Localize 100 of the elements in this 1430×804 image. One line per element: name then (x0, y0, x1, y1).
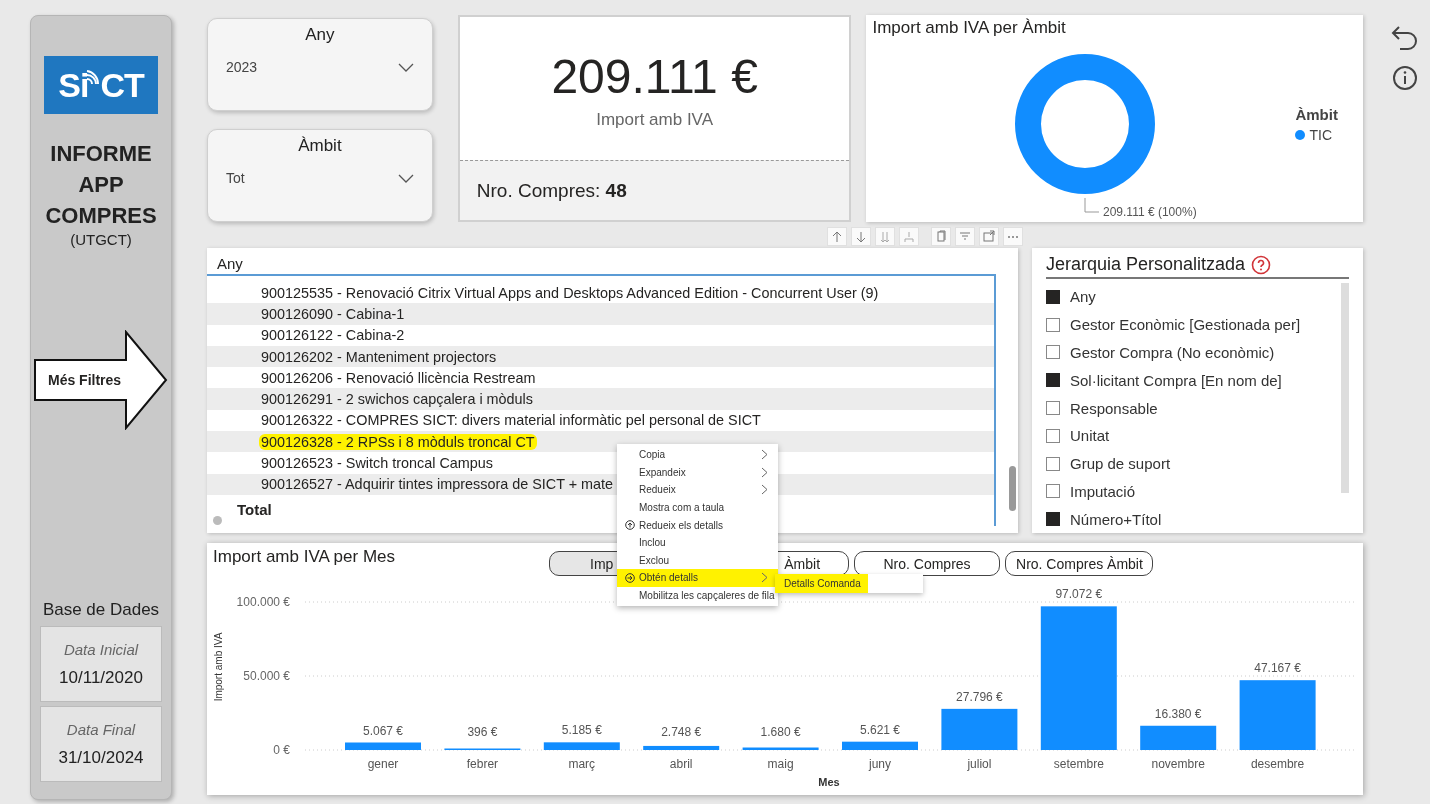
menu-item[interactable]: Obtén detalls (617, 569, 778, 587)
axis-tick-label: desembre (1250, 757, 1305, 772)
chevron-right-icon[interactable] (761, 484, 768, 496)
table-cell[interactable]: 900126523 - Switch troncal Campus (259, 455, 495, 471)
table-cell[interactable]: 900126328 - 2 RPSs i 8 mòduls troncal CT (259, 433, 537, 450)
axis-tick-label: setembre (1053, 757, 1104, 772)
checkbox[interactable] (1046, 512, 1060, 527)
checkbox[interactable] (1046, 456, 1060, 471)
data-label: 47.167 € (1254, 661, 1301, 676)
checkbox-label[interactable]: Any (1070, 288, 1096, 306)
toggle-button[interactable]: Nro. Compres Àmbit (1005, 551, 1154, 577)
table-cell[interactable]: 900126206 - Renovació llicència Restream (259, 369, 538, 386)
checkbox[interactable] (1046, 428, 1060, 443)
slicer-title: Àmbit (297, 136, 343, 156)
data-label: 396 € (467, 725, 498, 740)
signal-waves-icon[interactable] (85, 69, 100, 87)
data-label: 5.067 € (363, 723, 403, 738)
help-icon[interactable] (1251, 254, 1272, 275)
chevron-right-icon[interactable] (761, 466, 768, 478)
data-label: 5.621 € (860, 722, 900, 737)
chevron-right-icon[interactable] (761, 449, 768, 461)
dropdown[interactable]: Tot (222, 166, 418, 190)
section-title: Base de Dades (42, 600, 160, 620)
undo-icon[interactable] (1390, 23, 1420, 53)
arrow-up-circle-icon[interactable] (625, 520, 635, 531)
chevron-down-icon[interactable] (397, 173, 414, 183)
table-cell[interactable]: 900126122 - Cabina-2 (259, 327, 407, 344)
arrow-right-circle-icon[interactable] (625, 572, 635, 583)
table-cell[interactable]: 900126527 - Adquirir tintes impressora de SICT + mate (259, 476, 616, 493)
report-subtitle: (UTGCT) (70, 231, 132, 248)
menu-item[interactable]: Copia (617, 446, 778, 464)
chart-title: Import amb IVA per Mes (213, 547, 396, 568)
data-label: 97.072 € (1055, 587, 1103, 602)
chart-title: Import amb IVA per Àmbit (872, 18, 1067, 38)
column-header: Any (207, 248, 996, 276)
axis-tick-label: juny (869, 757, 891, 772)
data-label: 16.380 € (1154, 706, 1202, 721)
checkbox-label[interactable]: Grup de suport (1070, 455, 1171, 473)
axis-tick-label: gener (367, 757, 399, 772)
checklist-title: Jerarquia Personalitzada (1046, 254, 1246, 275)
data-label: 209.111 € (100%) (1103, 205, 1198, 219)
scrollbar-track[interactable] (1341, 283, 1349, 493)
menu-item[interactable]: Detalls Comanda (775, 574, 868, 593)
checkbox[interactable] (1046, 345, 1060, 360)
axis-tick-label: febrer (466, 757, 499, 772)
logo-text: Si (58, 65, 89, 105)
axis-tick-label: març (568, 757, 596, 772)
arrow-label[interactable]: Més Filtres (48, 372, 122, 388)
checkbox-label[interactable]: Responsable (1070, 399, 1158, 417)
checkbox-label[interactable]: Gestor Econòmic [Gestionada per] (1070, 316, 1301, 334)
checkbox-label[interactable]: Número+Títol (1070, 510, 1162, 528)
dropdown[interactable]: 2023 (222, 55, 418, 79)
info-icon[interactable] (1392, 65, 1418, 91)
kpi-value: 209.111 € (551, 49, 758, 104)
report-title: INFORME APP COMPRES (44, 140, 158, 230)
checkbox[interactable] (1046, 289, 1060, 304)
axis-title: Mes (818, 776, 840, 789)
leader-line (1084, 197, 1100, 213)
date-label: Data Final (66, 720, 136, 738)
menu-item[interactable]: Exclou (617, 551, 778, 570)
axis-tick-label: 100.000 € (236, 595, 290, 610)
menu-item[interactable]: Expandeix (617, 463, 778, 482)
data-label: 5.185 € (561, 723, 602, 738)
legend-label[interactable]: TIC (1309, 127, 1332, 143)
checkbox[interactable] (1046, 484, 1060, 499)
date-value: 10/11/2020 (59, 667, 143, 688)
checkbox-label[interactable]: Sol·licitant Compra [En nom de] (1070, 371, 1282, 389)
chevron-right-icon[interactable] (761, 572, 768, 584)
kpi-caption: Import amb IVA (596, 110, 714, 130)
axis-tick-label: novembre (1151, 757, 1205, 772)
total-cell: Total (237, 500, 272, 518)
checkbox-label[interactable]: Unitat (1070, 427, 1110, 445)
checkbox[interactable] (1046, 317, 1060, 332)
data-label: 1.680 € (760, 725, 801, 740)
menu-item[interactable]: Mostra com a taula (617, 498, 778, 517)
scrollbar-thumb[interactable] (1009, 466, 1016, 511)
resize-handle[interactable] (213, 516, 222, 526)
checkbox-label[interactable]: Gestor Compra (No econòmic) (1070, 344, 1275, 361)
axis-title: Import amb IVA (213, 632, 224, 702)
menu-item[interactable]: Inclou (617, 533, 778, 552)
menu-item[interactable]: Mobilitza les capçaleres de fila (617, 586, 778, 605)
axis-tick-label: juliol (967, 757, 992, 772)
table-cell[interactable]: 900126090 - Cabina-1 (259, 305, 407, 322)
checkbox[interactable] (1046, 401, 1060, 416)
table-cell[interactable]: 900125535 - Renovació Citrix Virtual Apps and Desktops Advanced Edition - Concurrent User (9) (259, 284, 881, 301)
axis-tick-label: 50.000 € (243, 669, 290, 684)
kpi-footer: Nro. Compres: 48 (476, 179, 627, 202)
table-cell[interactable]: 900126322 - COMPRES SICT: divers material informàtic pel personal de SICT (259, 412, 763, 429)
menu-item[interactable]: Redueix (617, 481, 778, 499)
checkbox-label[interactable]: Imputació (1070, 482, 1136, 500)
axis-tick-label: abril (669, 757, 693, 772)
slicer-title: Any (304, 25, 336, 45)
date-label: Data Inicial (63, 640, 139, 658)
checkbox[interactable] (1046, 373, 1060, 388)
arrow-shape[interactable] (34, 330, 168, 430)
date-value: 31/10/2024 (58, 747, 144, 768)
chevron-down-icon[interactable] (397, 62, 414, 72)
toggle-button[interactable]: Nro. Compres (854, 551, 1001, 577)
menu-item[interactable]: Redueix els detalls (617, 516, 778, 534)
axis-tick-label: 0 € (273, 743, 290, 758)
